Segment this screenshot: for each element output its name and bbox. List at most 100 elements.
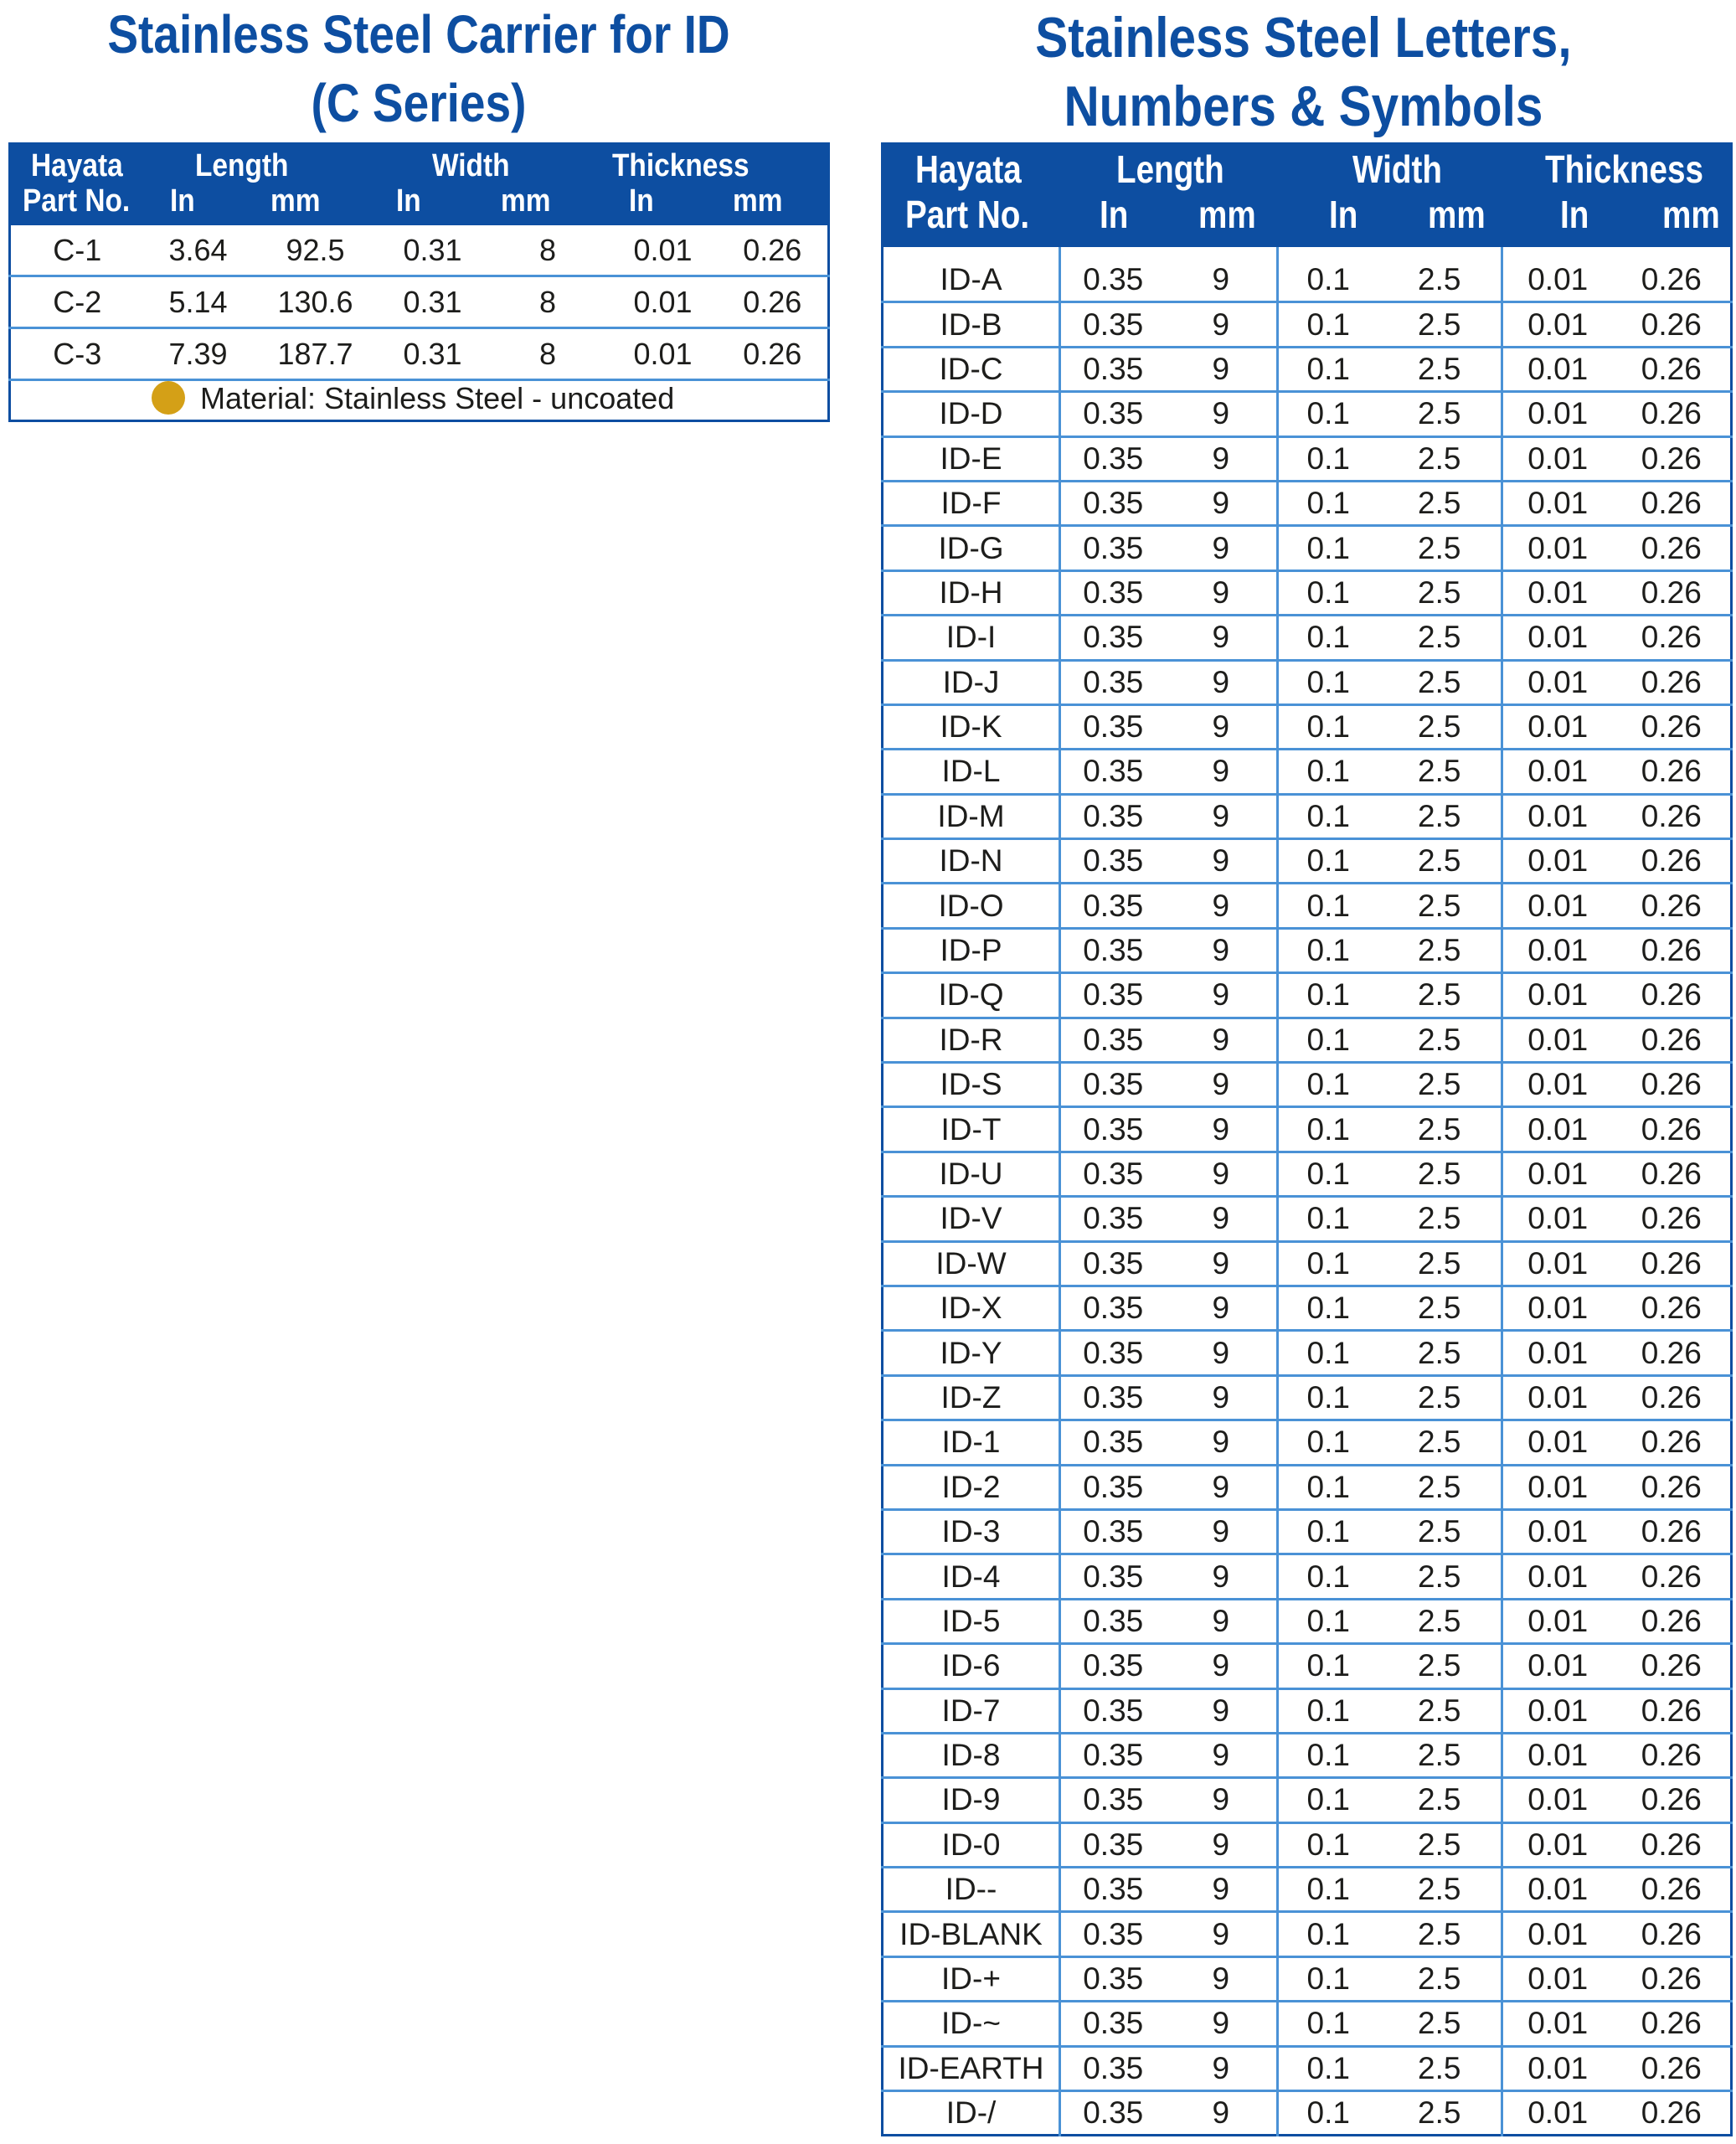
cell-thickness-in: 0.01 — [1502, 570, 1613, 617]
cell-width-in: 0.1 — [1277, 704, 1378, 751]
cell-part-no: ID-F — [882, 481, 1061, 528]
cell-thickness-mm: 0.26 — [1612, 1509, 1732, 1556]
cell-thickness-mm: 0.26 — [1612, 749, 1732, 796]
cell-thickness-mm: 0.26 — [1612, 1554, 1732, 1600]
col-thickness-label: Thickness — [1545, 147, 1703, 191]
cell-length-in: 0.35 — [1059, 1241, 1166, 1287]
table-row: ID-0 0.35 9 0.1 2.5 0.01 0.26 — [882, 1822, 1732, 1869]
col-length-mm-label: mm — [1198, 193, 1256, 236]
cell-part-no: ID-+ — [882, 1956, 1061, 2003]
cell-thickness-mm: 0.26 — [1612, 1465, 1732, 1511]
table-row: ID-D 0.35 9 0.1 2.5 0.01 0.26 — [882, 391, 1732, 438]
cell-width-mm: 2.5 — [1378, 1152, 1503, 1198]
cell-width-in: 0.1 — [1277, 525, 1378, 572]
cell-thickness-mm: 0.26 — [1612, 2046, 1732, 2093]
cell-part-no: ID-2 — [882, 1465, 1061, 1511]
cell-width-in: 0.1 — [1277, 794, 1378, 841]
col-width-in-label: In — [396, 183, 421, 219]
cell-length-in: 0.35 — [1059, 883, 1166, 930]
cell-thickness-mm: 0.26 — [1612, 1643, 1732, 1690]
cell-length-mm: 92.5 — [252, 225, 379, 277]
cell-length-mm: 187.7 — [252, 327, 379, 381]
cell-part-no: ID-4 — [882, 1554, 1061, 1600]
cell-thickness-mm: 0.26 — [1612, 928, 1732, 975]
cell-length-mm: 9 — [1165, 1554, 1279, 1600]
cell-length-mm: 9 — [1165, 391, 1279, 438]
cell-part-no: ID-/ — [882, 2090, 1061, 2136]
table-row: C-3 7.39 187.7 0.31 8 0.01 0.26 — [9, 327, 829, 381]
cell-length-mm: 9 — [1165, 883, 1279, 930]
cell-part-no: ID-R — [882, 1018, 1061, 1064]
cell-part-no: ID-E — [882, 436, 1061, 482]
cell-thickness-in: 0.01 — [1502, 928, 1613, 975]
cell-part-no: ID-5 — [882, 1599, 1061, 1646]
cell-part-no: ID-D — [882, 391, 1061, 438]
cell-width-mm: 8 — [487, 225, 609, 277]
cell-length-mm: 9 — [1165, 1062, 1279, 1109]
cell-thickness-mm: 0.26 — [1612, 1733, 1732, 1780]
cell-thickness-in: 0.01 — [1502, 1733, 1613, 1780]
cell-length-mm: 9 — [1165, 1777, 1279, 1824]
col-length-in-label: In — [170, 183, 195, 219]
cell-width-mm: 2.5 — [1378, 1822, 1503, 1869]
cell-width-mm: 2.5 — [1378, 347, 1503, 394]
cell-thickness-in: 0.01 — [1502, 1509, 1613, 1556]
cell-thickness-mm: 0.26 — [1612, 1911, 1732, 1958]
cell-thickness-mm: 0.26 — [1612, 481, 1732, 528]
col-width-mm-label: mm — [501, 183, 551, 219]
table-row: ID-A 0.35 9 0.1 2.5 0.01 0.26 — [882, 247, 1732, 304]
cell-thickness-mm: 0.26 — [1612, 525, 1732, 572]
col-width-in-label: In — [1329, 193, 1358, 236]
cell-length-in: 0.35 — [1059, 525, 1166, 572]
letters-table-body: ID-A 0.35 9 0.1 2.5 0.01 0.26 ID-B 0.35 9 0.1 2.5 0.… — [882, 247, 1732, 2136]
cell-length-mm: 9 — [1165, 838, 1279, 885]
cell-thickness-in: 0.01 — [1502, 1241, 1613, 1287]
cell-length-in: 0.35 — [1059, 302, 1166, 348]
cell-width-mm: 2.5 — [1378, 972, 1503, 1019]
right-table-title: Stainless Steel Letters, Numbers & Symbo… — [931, 3, 1675, 141]
cell-width-in: 0.1 — [1277, 1822, 1378, 1869]
table-row: ID-BLANK 0.35 9 0.1 2.5 0.01 0.26 — [882, 1911, 1732, 1958]
col-part-label-1: Hayata — [915, 147, 1022, 191]
cell-part-no: C-2 — [9, 276, 144, 329]
cell-length-in: 0.35 — [1059, 928, 1166, 975]
cell-width-mm: 2.5 — [1378, 1375, 1503, 1422]
cell-part-no: ID-EARTH — [882, 2046, 1061, 2093]
table-row: ID-I 0.35 9 0.1 2.5 0.01 0.26 — [882, 615, 1732, 662]
cell-length-mm: 9 — [1165, 660, 1279, 706]
table-row: ID-2 0.35 9 0.1 2.5 0.01 0.26 — [882, 1465, 1732, 1511]
left-title-line2: (C Series) — [311, 73, 527, 133]
cell-width-in: 0.1 — [1277, 391, 1378, 438]
cell-width-mm: 2.5 — [1378, 1062, 1503, 1109]
cell-width-mm: 2.5 — [1378, 525, 1503, 572]
cell-width-mm: 2.5 — [1378, 928, 1503, 975]
cell-length-mm: 9 — [1165, 1956, 1279, 2003]
table-row: ID-J 0.35 9 0.1 2.5 0.01 0.26 — [882, 660, 1732, 706]
cell-width-mm: 2.5 — [1378, 1018, 1503, 1064]
cell-width-mm: 2.5 — [1378, 1688, 1503, 1734]
cell-length-in: 0.35 — [1059, 1777, 1166, 1824]
carrier-spec-table: Hayata Part No. Length In mm Width In mm… — [8, 142, 831, 422]
cell-width-mm: 2.5 — [1378, 1509, 1503, 1556]
cell-thickness-in: 0.01 — [608, 276, 718, 329]
cell-length-mm: 9 — [1165, 481, 1279, 528]
letters-table-header: Hayata Part No. Length In mm Width In mm… — [882, 143, 1732, 247]
cell-width-mm: 2.5 — [1378, 1241, 1503, 1287]
cell-thickness-in: 0.01 — [1502, 1286, 1613, 1332]
cell-width-mm: 2.5 — [1378, 794, 1503, 841]
cell-part-no: ID-P — [882, 928, 1061, 975]
table-row: ID-4 0.35 9 0.1 2.5 0.01 0.26 — [882, 1554, 1732, 1600]
cell-thickness-mm: 0.26 — [1612, 1286, 1732, 1332]
cell-thickness-mm: 0.26 — [1612, 247, 1732, 304]
cell-part-no: ID-T — [882, 1106, 1061, 1153]
cell-width-in: 0.1 — [1277, 1867, 1378, 1914]
cell-length-in: 0.35 — [1059, 1509, 1166, 1556]
cell-thickness-mm: 0.26 — [1612, 1867, 1732, 1914]
table-row: ID-8 0.35 9 0.1 2.5 0.01 0.26 — [882, 1733, 1732, 1780]
cell-thickness-in: 0.01 — [1502, 1956, 1613, 2003]
cell-thickness-in: 0.01 — [1502, 1777, 1613, 1824]
cell-part-no: ID-N — [882, 838, 1061, 885]
cell-part-no: ID-H — [882, 570, 1061, 617]
cell-width-mm: 2.5 — [1378, 1465, 1503, 1511]
cell-part-no: ID-G — [882, 525, 1061, 572]
